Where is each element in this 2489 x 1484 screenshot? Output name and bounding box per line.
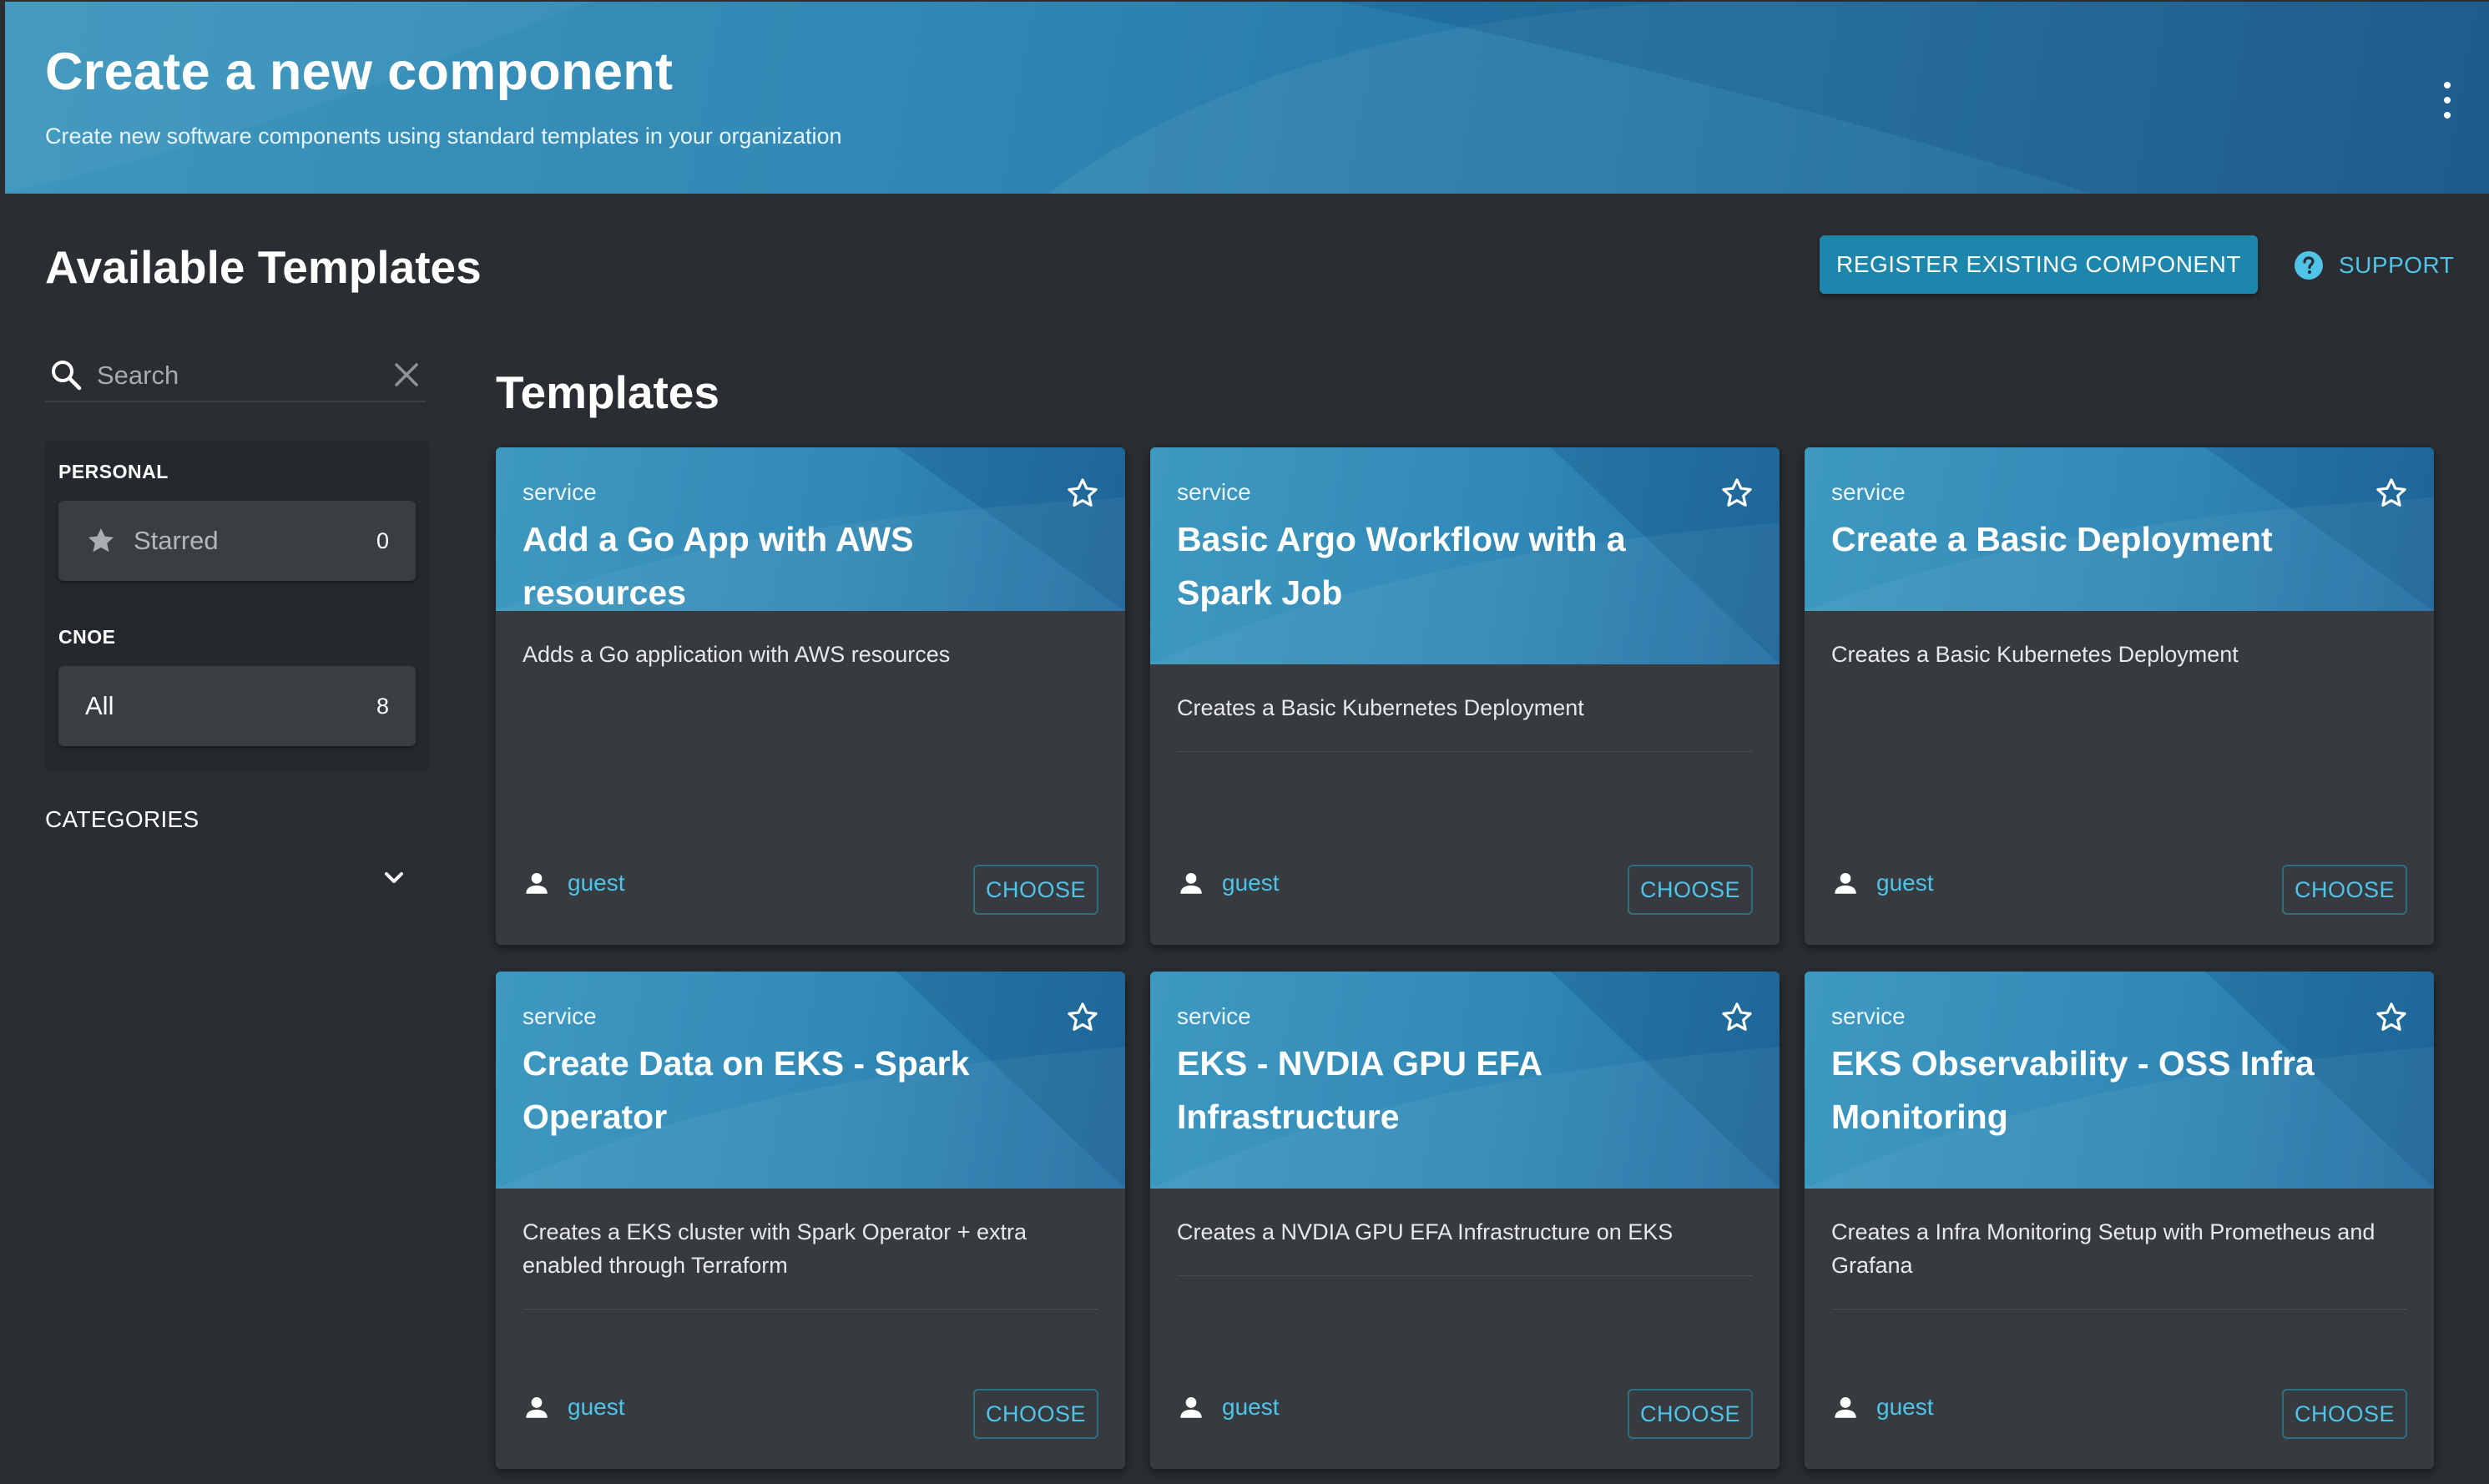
support-button[interactable]: SUPPORT — [2294, 247, 2454, 284]
owner-link[interactable]: guest — [1222, 1394, 1280, 1421]
more-vert-icon[interactable] — [2439, 82, 2456, 119]
filter-item-count: 8 — [376, 693, 389, 719]
owner-link[interactable]: guest — [1876, 870, 1934, 896]
template-card: service Basic Argo Workflow with a Spark… — [1150, 447, 1780, 945]
choose-button[interactable]: CHOOSE — [973, 1389, 1098, 1439]
card-description: Creates a Infra Monitoring Setup with Pr… — [1831, 1219, 2375, 1278]
help-circle-icon — [2295, 251, 2323, 280]
header-title: Create a new component — [45, 43, 674, 101]
filter-item-all[interactable]: All 8 — [58, 666, 416, 746]
card-divider — [523, 1309, 1098, 1310]
star-outline-icon[interactable] — [1065, 1000, 1100, 1035]
owner-link[interactable]: guest — [568, 870, 625, 896]
card-header: service Create Data on EKS - Spark Opera… — [496, 972, 1125, 1189]
card-title: Basic Argo Workflow with a Spark Job — [1177, 520, 1626, 612]
filter-item-label: Starred — [134, 526, 219, 555]
chevron-down-icon — [385, 872, 403, 883]
person-icon — [1180, 872, 1202, 894]
card-header: service EKS Observability - OSS Infra Mo… — [1805, 972, 2434, 1189]
filter-item-count: 0 — [376, 527, 389, 553]
card-header: service Create a Basic Deployment — [1805, 447, 2434, 611]
register-existing-component-button[interactable]: REGISTER EXISTING COMPONENT — [1820, 235, 2258, 294]
card-divider — [1831, 1309, 2407, 1310]
filter-item-label: All — [85, 691, 114, 720]
card-header: service Add a Go App with AWS resources — [496, 447, 1125, 611]
choose-button[interactable]: CHOOSE — [973, 865, 1098, 915]
card-owner: guest — [523, 866, 625, 900]
card-divider — [1177, 751, 1753, 752]
card-owner: guest — [1831, 866, 1934, 900]
card-description: Creates a Basic Kubernetes Deployment — [1831, 642, 2239, 667]
star-outline-icon[interactable] — [1719, 1000, 1754, 1035]
template-card: service Create a Basic Deployment Create… — [1805, 447, 2434, 945]
card-title: EKS Observability - OSS Infra Monitoring — [1831, 1044, 2315, 1136]
person-icon — [1835, 1396, 1856, 1418]
owner-link[interactable]: guest — [1876, 1394, 1934, 1421]
card-type: service — [1177, 1003, 1251, 1029]
star-outline-icon[interactable] — [2374, 476, 2409, 511]
close-icon[interactable] — [392, 361, 421, 389]
template-card: service EKS Observability - OSS Infra Mo… — [1805, 972, 2434, 1469]
search-input[interactable] — [97, 357, 372, 394]
card-title: EKS - NVDIA GPU EFA Infrastructure — [1177, 1044, 1542, 1136]
search-field — [45, 351, 426, 402]
filter-item-starred[interactable]: Starred 0 — [58, 501, 416, 581]
card-type: service — [1177, 479, 1251, 505]
page-title: Available Templates — [45, 241, 482, 293]
person-icon — [1835, 872, 1856, 894]
templates-section-title: Templates — [496, 366, 719, 418]
card-divider — [1177, 1275, 1753, 1276]
star-outline-icon[interactable] — [2374, 1000, 2409, 1035]
person-icon — [526, 1396, 548, 1418]
choose-button[interactable]: CHOOSE — [1628, 1389, 1753, 1439]
card-title: Create Data on EKS - Spark Operator — [523, 1044, 970, 1136]
person-icon — [526, 872, 548, 894]
card-description: Creates a EKS cluster with Spark Operato… — [523, 1219, 1027, 1278]
card-owner: guest — [1177, 1391, 1280, 1424]
support-label: SUPPORT — [2339, 252, 2455, 278]
card-description: Creates a Basic Kubernetes Deployment — [1177, 695, 1584, 720]
template-card: service EKS - NVDIA GPU EFA Infrastructu… — [1150, 972, 1780, 1469]
card-title: Add a Go App with AWS resources — [523, 520, 914, 611]
card-owner: guest — [1831, 1391, 1934, 1424]
card-header: service EKS - NVDIA GPU EFA Infrastructu… — [1150, 972, 1780, 1189]
owner-link[interactable]: guest — [568, 1394, 625, 1421]
star-icon — [88, 527, 114, 553]
card-type: service — [523, 1003, 597, 1029]
filter-panel: PERSONAL Starred 0 CNOE All 8 — [45, 441, 429, 771]
card-owner: guest — [1177, 866, 1280, 900]
card-type: service — [1831, 479, 1906, 505]
categories-title: CATEGORIES — [45, 806, 199, 832]
categories-select[interactable] — [45, 843, 426, 910]
card-type: service — [523, 479, 597, 505]
card-description: Adds a Go application with AWS resources — [523, 642, 951, 667]
owner-link[interactable]: guest — [1222, 870, 1280, 896]
card-type: service — [1831, 1003, 1906, 1029]
choose-button[interactable]: CHOOSE — [1628, 865, 1753, 915]
header-subtitle: Create new software components using sta… — [45, 124, 842, 149]
choose-button[interactable]: CHOOSE — [2282, 1389, 2407, 1439]
card-header: service Basic Argo Workflow with a Spark… — [1150, 447, 1780, 664]
template-card: service Add a Go App with AWS resources … — [496, 447, 1125, 945]
card-owner: guest — [523, 1391, 625, 1424]
card-description: Creates a NVDIA GPU EFA Infrastructure o… — [1177, 1219, 1674, 1244]
template-card: service Create Data on EKS - Spark Opera… — [496, 972, 1125, 1469]
star-outline-icon[interactable] — [1719, 476, 1754, 511]
page-header: Create a new component Create new softwa… — [5, 2, 2489, 194]
filter-group-title-personal: PERSONAL — [58, 461, 169, 482]
person-icon — [1180, 1396, 1202, 1418]
card-title: Create a Basic Deployment — [1831, 520, 2273, 558]
star-outline-icon[interactable] — [1065, 476, 1100, 511]
filter-group-title-cnoe: CNOE — [58, 626, 116, 648]
search-icon — [52, 361, 82, 391]
choose-button[interactable]: CHOOSE — [2282, 865, 2407, 915]
